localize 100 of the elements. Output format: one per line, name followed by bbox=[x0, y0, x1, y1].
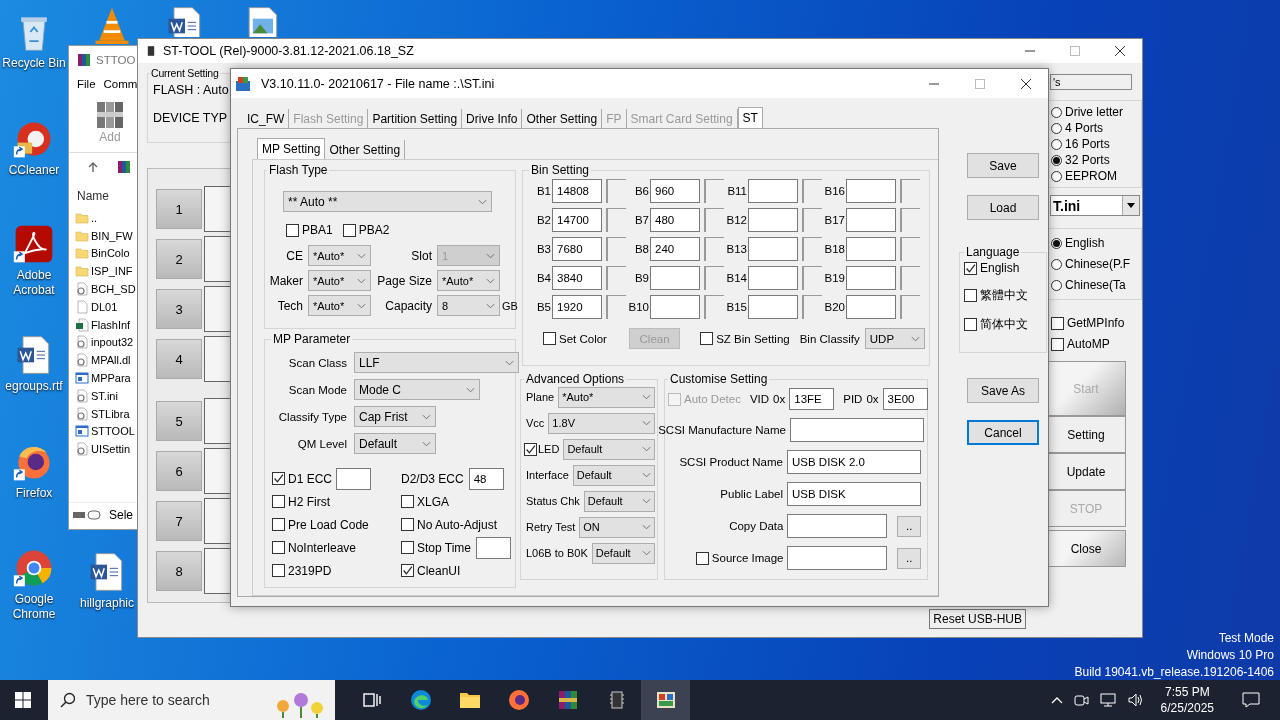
file-path-field[interactable] bbox=[787, 546, 888, 570]
icon-label[interactable]: hillgraphic bbox=[80, 596, 134, 611]
dropdown[interactable]: 1.8V bbox=[548, 412, 655, 434]
camera-icon[interactable] bbox=[1072, 692, 1089, 708]
port-button[interactable]: 5 bbox=[156, 401, 202, 441]
icon-label[interactable]: Firefox bbox=[15, 486, 53, 501]
text-field[interactable]: 960 bbox=[650, 179, 700, 203]
color-swatch[interactable] bbox=[704, 295, 724, 319]
dialog-button[interactable]: Save As bbox=[967, 378, 1039, 403]
dropdown[interactable]: *Auto* bbox=[558, 386, 655, 408]
color-swatch[interactable] bbox=[900, 179, 920, 203]
radio-button[interactable] bbox=[1051, 122, 1062, 134]
port-button[interactable]: 3 bbox=[156, 289, 202, 329]
close-icon[interactable] bbox=[1115, 46, 1125, 56]
port-button[interactable]: 6 bbox=[156, 451, 202, 491]
text-field[interactable] bbox=[846, 208, 896, 232]
color-swatch[interactable] bbox=[606, 295, 626, 319]
text-field[interactable]: USB DISK 2.0 bbox=[787, 450, 921, 474]
file-name[interactable]: DL01 bbox=[91, 300, 118, 313]
close-icon[interactable] bbox=[1021, 78, 1031, 89]
dialog-button[interactable]: Cancel bbox=[967, 420, 1039, 445]
file-name[interactable]: STLibra bbox=[91, 407, 130, 420]
icon-label[interactable]: egroups.rtf bbox=[5, 379, 63, 394]
up-arrow-icon[interactable] bbox=[87, 161, 99, 173]
taskbar-app[interactable] bbox=[641, 680, 690, 720]
text-field[interactable] bbox=[790, 418, 924, 442]
dropdown[interactable]: *Auto* bbox=[308, 245, 371, 266]
text-field[interactable]: 3840 bbox=[552, 266, 602, 290]
port-button[interactable]: 8 bbox=[156, 551, 202, 591]
color-swatch[interactable] bbox=[802, 266, 822, 290]
text-field[interactable] bbox=[336, 467, 371, 490]
column-header[interactable]: Name bbox=[69, 181, 113, 209]
file-path-field[interactable] bbox=[787, 514, 888, 538]
text-field[interactable]: 3E00 bbox=[882, 388, 928, 410]
chevron-up-icon[interactable] bbox=[1050, 696, 1063, 704]
file-name[interactable]: inpout32 bbox=[91, 336, 134, 349]
radio-label[interactable]: 32 Ports bbox=[1065, 153, 1110, 167]
clock-time[interactable]: 7:55 PM bbox=[1164, 684, 1210, 700]
file-name[interactable]: MPAll.dl bbox=[91, 354, 131, 367]
color-swatch[interactable] bbox=[900, 237, 920, 261]
port-button[interactable]: 1 bbox=[156, 189, 202, 229]
file-name[interactable]: BCH_SD bbox=[91, 283, 136, 296]
file-name[interactable]: FlashInf bbox=[91, 318, 131, 331]
radio-label[interactable]: Chinese(P.F bbox=[1065, 257, 1131, 271]
radio-button[interactable] bbox=[1051, 258, 1062, 270]
color-swatch[interactable] bbox=[606, 266, 626, 290]
tab[interactable]: ST bbox=[737, 107, 763, 128]
checkbox[interactable]: NoInterleave bbox=[272, 540, 357, 555]
color-swatch[interactable] bbox=[606, 179, 626, 203]
text-field[interactable] bbox=[748, 208, 798, 232]
color-swatch[interactable] bbox=[900, 295, 920, 319]
view-toggle-icon[interactable] bbox=[73, 510, 101, 520]
checkbox[interactable]: 繁體中文 bbox=[964, 287, 1042, 304]
color-swatch[interactable] bbox=[606, 208, 626, 232]
dropdown[interactable]: *Auto* bbox=[308, 270, 371, 291]
text-field[interactable]: 240 bbox=[650, 237, 700, 261]
file-name[interactable]: UISettin bbox=[91, 443, 131, 456]
dropdown[interactable]: *Auto* bbox=[437, 270, 500, 291]
radio-button[interactable] bbox=[1051, 154, 1062, 166]
dialog-button[interactable]: Load bbox=[967, 195, 1039, 220]
dropdown[interactable]: Mode C bbox=[354, 379, 480, 400]
checkbox[interactable]: Stop Time bbox=[401, 540, 472, 555]
color-swatch[interactable] bbox=[802, 179, 822, 203]
radio-button[interactable] bbox=[1051, 106, 1062, 118]
checkbox[interactable]: PBA2 bbox=[342, 223, 390, 237]
search-field[interactable]: Type here to search bbox=[48, 680, 335, 720]
reset-button[interactable]: Reset USB-HUB bbox=[929, 609, 1026, 629]
menu-item[interactable]: Comm bbox=[103, 78, 138, 90]
color-swatch[interactable] bbox=[704, 266, 724, 290]
radio-button[interactable] bbox=[1051, 279, 1062, 291]
dropdown[interactable]: Default bbox=[572, 464, 655, 486]
text-field[interactable]: 480 bbox=[650, 208, 700, 232]
text-field[interactable]: 13FE bbox=[789, 388, 835, 410]
color-swatch[interactable] bbox=[606, 237, 626, 261]
port-button[interactable]: 4 bbox=[156, 339, 202, 379]
text-field[interactable]: 48 bbox=[468, 467, 504, 490]
clock-date[interactable]: 6/25/2025 bbox=[1160, 700, 1214, 716]
action-button[interactable]: Close bbox=[1046, 530, 1126, 567]
checkbox[interactable]: GetMPInfo bbox=[1051, 316, 1125, 330]
radio-button[interactable] bbox=[1051, 237, 1062, 249]
radio-button[interactable] bbox=[1051, 138, 1062, 150]
port-button[interactable]: 2 bbox=[156, 239, 202, 279]
file-name[interactable]: ST.ini bbox=[91, 389, 118, 402]
text-field[interactable]: 7680 bbox=[552, 237, 602, 261]
radio-label[interactable]: English bbox=[1065, 236, 1105, 250]
port-button[interactable]: 7 bbox=[156, 501, 202, 541]
icon-label[interactable]: Adobe Acrobat bbox=[0, 268, 68, 298]
checkbox[interactable]: Pre Load Code bbox=[272, 517, 369, 532]
text-field[interactable] bbox=[748, 237, 798, 261]
radio-label[interactable]: Chinese(Ta bbox=[1065, 278, 1126, 292]
dropdown[interactable]: Default bbox=[563, 438, 655, 460]
checkbox[interactable]: D1 ECC bbox=[272, 471, 332, 486]
dialog-button[interactable]: Save bbox=[967, 153, 1039, 178]
text-field[interactable] bbox=[846, 266, 896, 290]
checkbox[interactable]: LED bbox=[524, 442, 560, 456]
dropdown[interactable]: Default bbox=[354, 433, 436, 454]
file-name[interactable]: STTOOL bbox=[91, 425, 135, 438]
text-field[interactable] bbox=[650, 266, 700, 290]
menu-item[interactable]: File bbox=[77, 78, 96, 90]
text-field[interactable]: 14808 bbox=[552, 179, 602, 203]
